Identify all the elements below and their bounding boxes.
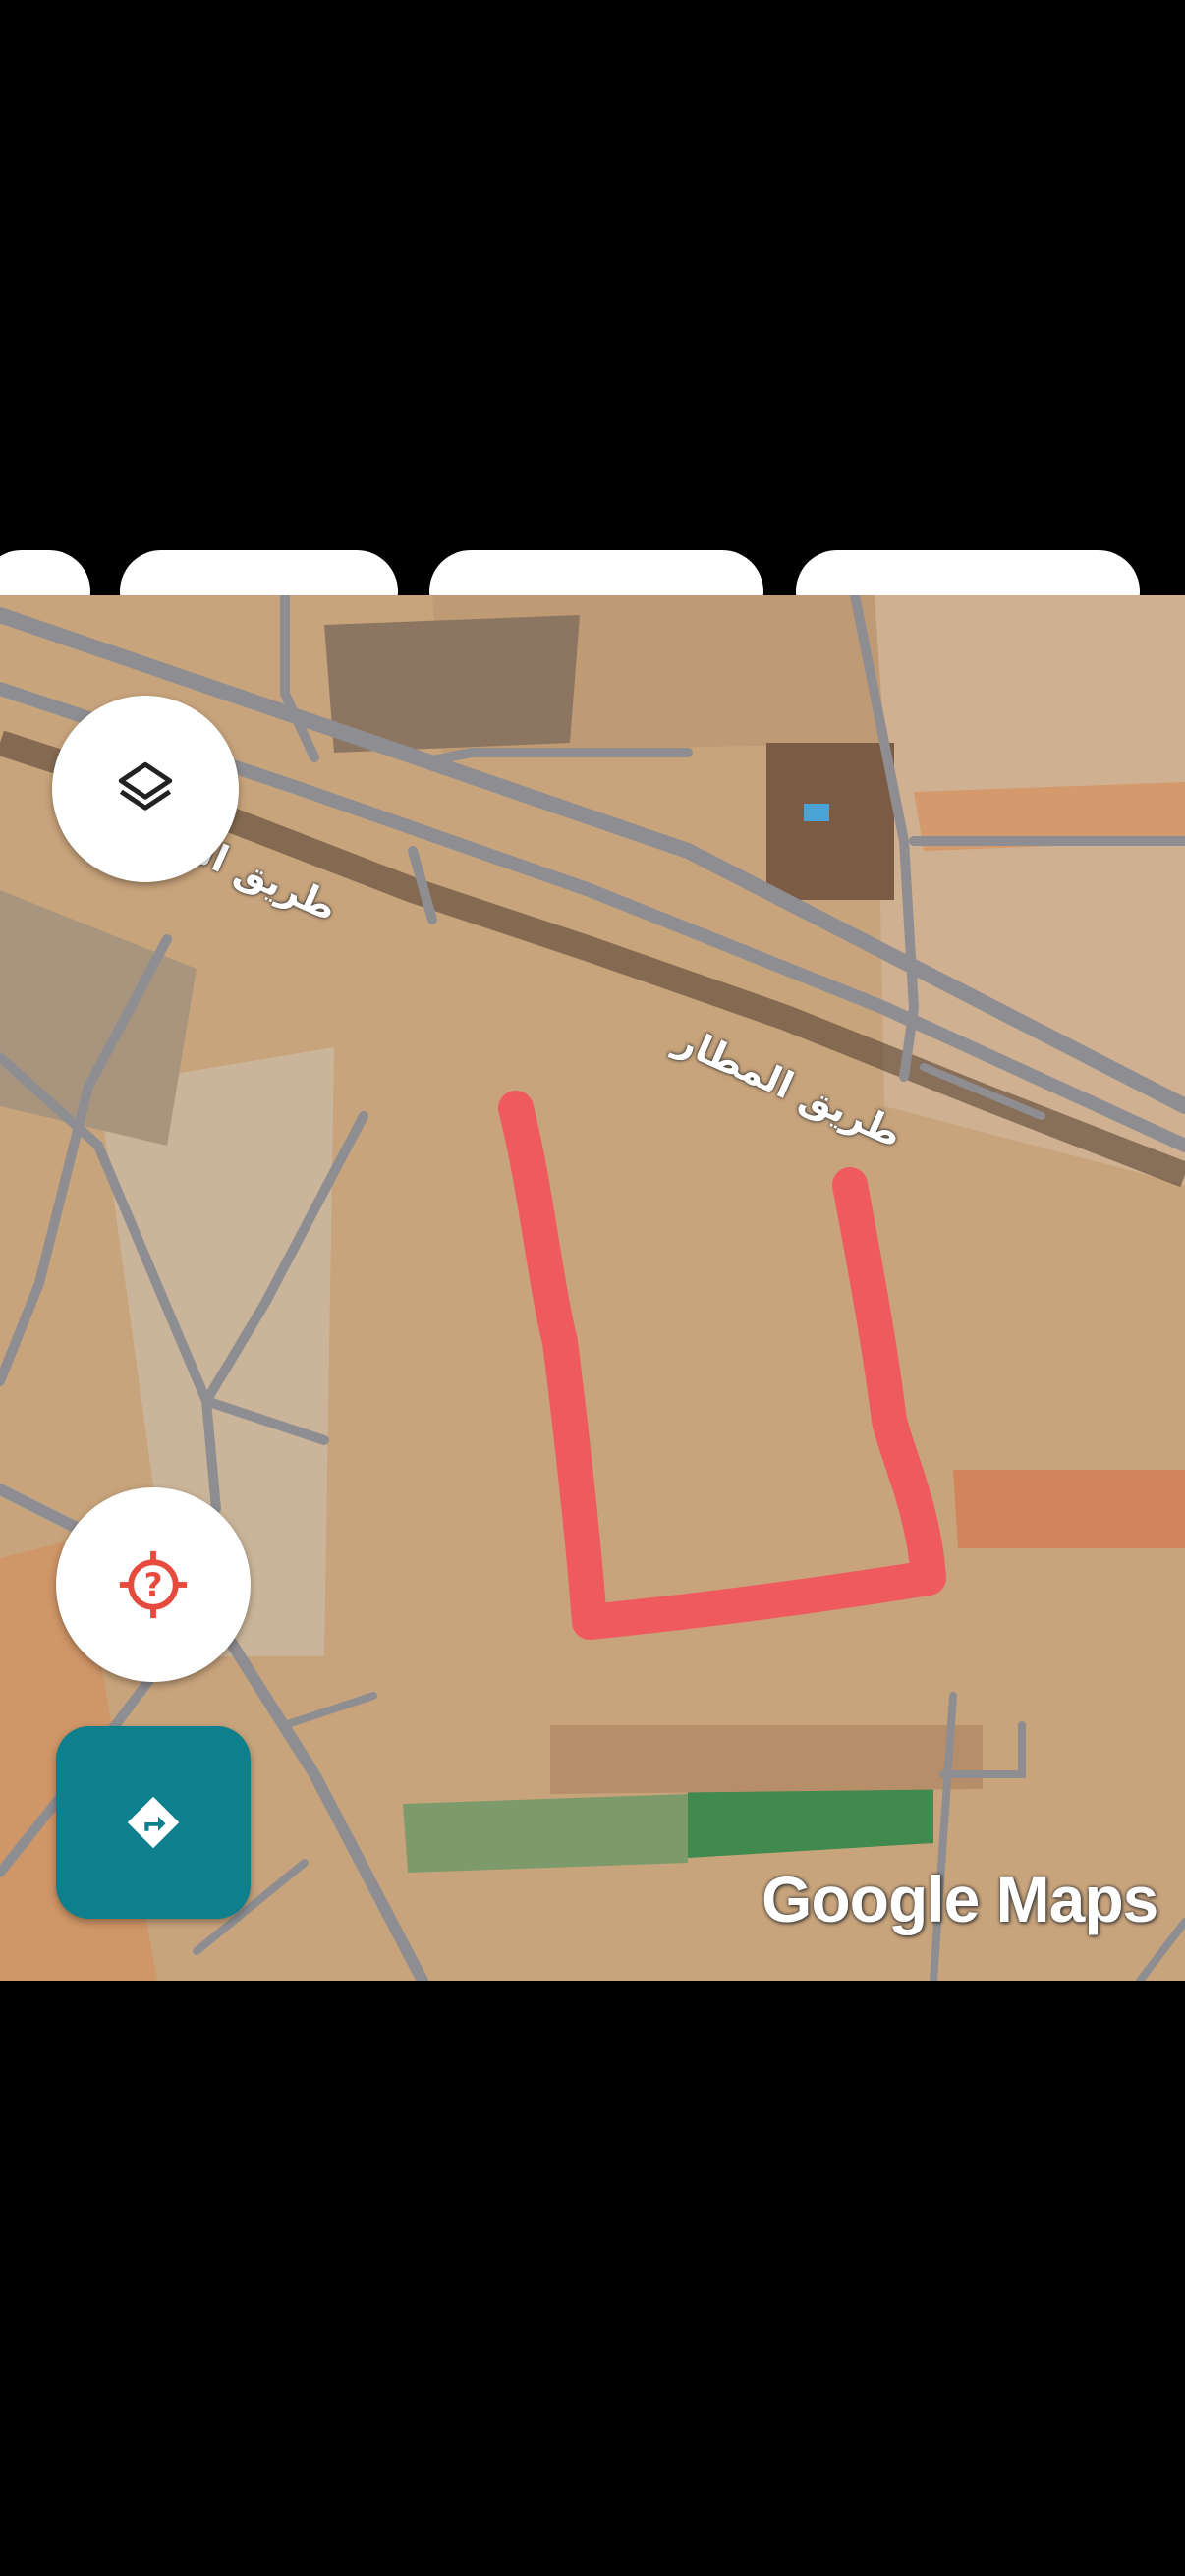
directions-turn-icon [127, 1796, 180, 1849]
locate-button[interactable]: ? [56, 1487, 251, 1682]
compound [766, 743, 894, 900]
directions-button[interactable] [56, 1726, 251, 1919]
target-question-icon: ? [119, 1550, 188, 1619]
field [953, 1470, 1185, 1548]
field [875, 595, 1185, 1185]
field [403, 1794, 688, 1873]
layers-button[interactable] [52, 696, 239, 882]
field [550, 1725, 983, 1794]
google-maps-attribution: Google Maps [762, 1863, 1158, 1935]
pool [804, 804, 829, 821]
layers-icon [118, 761, 173, 811]
svg-text:?: ? [144, 1567, 163, 1604]
